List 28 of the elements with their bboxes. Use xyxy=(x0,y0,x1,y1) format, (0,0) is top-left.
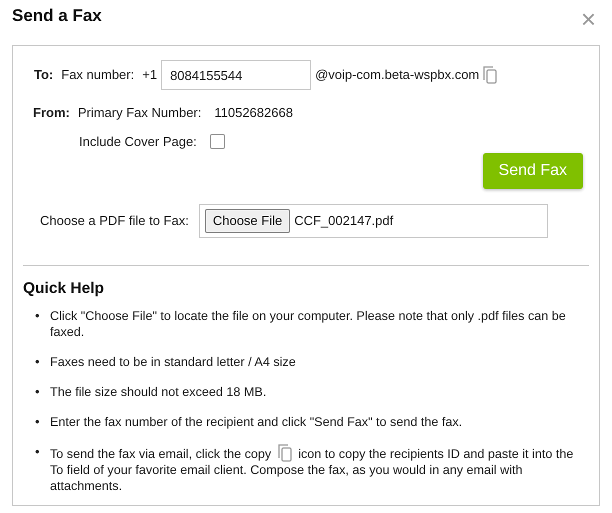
bullet-mark: • xyxy=(34,384,41,400)
bullet-mark: • xyxy=(34,444,41,461)
country-code: +1 xyxy=(142,66,158,84)
help-item: The file size should not exceed 18 MB. xyxy=(50,384,266,400)
primary-fax-label: Primary Fax Number: xyxy=(78,104,202,122)
fax-number-field[interactable]: 8084155544 xyxy=(161,60,312,90)
bullet-mark: • xyxy=(34,354,41,370)
help-item: To send the fax via email, click the copy icon to copy the recipients ID and paste it into the To field of your favorite email client. Compose the fax, as you would in any email with attachments. xyxy=(50,444,578,494)
choose-file-button[interactable]: Choose File xyxy=(204,209,290,233)
fax-number-label: Fax number: xyxy=(61,66,134,84)
to-label: To: xyxy=(34,66,54,84)
bullet-mark: • xyxy=(34,308,41,325)
choose-file-label: Choose a PDF file to Fax: xyxy=(40,212,189,230)
help-item: Click "Choose File" to locate the file on your computer. Please note that only .pdf files can be faxed. xyxy=(50,308,567,340)
bullet-mark: • xyxy=(34,414,41,430)
copy-icon[interactable] xyxy=(483,66,498,84)
copy-icon xyxy=(278,444,292,462)
help-item: Faxes need to be in standard letter / A4 size xyxy=(50,354,296,370)
cover-page-checkbox[interactable] xyxy=(210,134,225,149)
from-label: From: xyxy=(33,104,70,122)
primary-fax-number: 11052682668 xyxy=(214,104,293,122)
help-title: Quick Help xyxy=(23,280,105,299)
file-name: CCF_002147.pdf xyxy=(294,212,394,230)
email-domain: @voip-com.beta-wspbx.com xyxy=(315,66,480,84)
dialog-title: Send a Fax xyxy=(12,6,102,26)
cover-page-label: Include Cover Page: xyxy=(79,132,197,151)
file-field[interactable]: Choose File CCF_002147.pdf xyxy=(198,204,548,238)
help-item: Enter the fax number of the recipient and click "Send Fax" to send the fax. xyxy=(50,414,462,430)
